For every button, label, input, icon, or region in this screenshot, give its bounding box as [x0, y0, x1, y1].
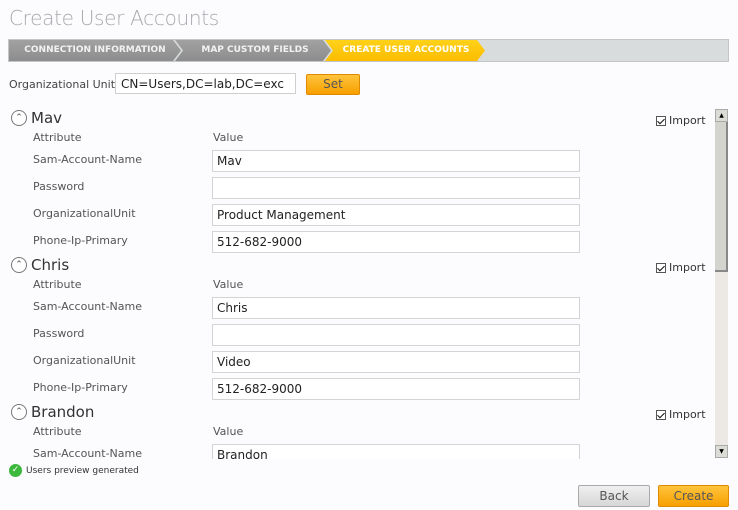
user-name: Chris: [31, 256, 70, 274]
attribute-header: Attribute: [33, 278, 82, 291]
value-header: Value: [213, 131, 244, 144]
wizard-step-map-custom-fields[interactable]: MAP CUSTOM FIELDS: [175, 40, 331, 61]
password-field[interactable]: [212, 324, 580, 346]
attribute-label: Sam-Account-Name: [33, 300, 143, 313]
attribute-header: Attribute: [33, 131, 82, 144]
attribute-label: Phone-Ip-Primary: [33, 381, 128, 394]
scrollbar-thumb[interactable]: [715, 122, 728, 272]
back-button[interactable]: Back: [578, 485, 650, 507]
ou-input[interactable]: [115, 73, 296, 94]
create-button[interactable]: Create: [658, 485, 729, 507]
collapse-icon[interactable]: ⌃: [11, 257, 27, 273]
page-title: Create User Accounts: [9, 6, 219, 30]
user-name: Brandon: [31, 403, 95, 421]
password-field[interactable]: [212, 177, 580, 199]
attribute-label: OrganizationalUnit: [33, 207, 136, 220]
user-header: ⌃ Brandon: [11, 400, 94, 424]
attribute-label: Sam-Account-Name: [33, 447, 143, 459]
checkbox-checked-icon[interactable]: [656, 409, 666, 420]
import-label: Import: [669, 114, 706, 127]
user-name: Mav: [31, 109, 63, 127]
sam-account-name-field[interactable]: [212, 297, 580, 319]
user-header: ⌃ Mav: [11, 106, 62, 130]
phone-field[interactable]: [212, 378, 580, 400]
import-checkbox[interactable]: Import: [656, 261, 706, 274]
attribute-label: OrganizationalUnit: [33, 354, 136, 367]
check-circle-icon: ✓: [9, 464, 22, 477]
status-message: ✓ Users preview generated: [9, 464, 139, 477]
wizard-steps: CONNECTION INFORMATION MAP CUSTOM FIELDS…: [8, 39, 729, 62]
import-label: Import: [669, 261, 706, 274]
checkbox-checked-icon[interactable]: [656, 262, 666, 273]
attribute-header: Attribute: [33, 425, 82, 438]
attribute-label: Password: [33, 180, 85, 193]
import-label: Import: [669, 408, 706, 421]
attribute-label: Phone-Ip-Primary: [33, 234, 128, 247]
collapse-icon[interactable]: ⌃: [11, 404, 27, 420]
wizard-step-create-user-accounts[interactable]: CREATE USER ACCOUNTS: [325, 40, 485, 61]
set-button[interactable]: Set: [306, 74, 360, 95]
organizational-unit-field[interactable]: [212, 351, 580, 373]
ou-label: Organizational Unit: [9, 78, 116, 91]
value-header: Value: [213, 278, 244, 291]
sam-account-name-field[interactable]: [212, 444, 580, 459]
vertical-scrollbar[interactable]: ▲ ▼: [715, 109, 728, 458]
value-header: Value: [213, 425, 244, 438]
sam-account-name-field[interactable]: [212, 150, 580, 172]
scroll-down-arrow-icon[interactable]: ▼: [715, 445, 728, 458]
status-text: Users preview generated: [26, 465, 139, 476]
users-list: ⌃ Mav Import Attribute Value Sam-Account…: [0, 104, 714, 459]
wizard-step-connection-information[interactable]: CONNECTION INFORMATION: [9, 40, 181, 61]
collapse-icon[interactable]: ⌃: [11, 110, 27, 126]
user-header: ⌃ Chris: [11, 253, 69, 277]
organizational-unit-field[interactable]: [212, 204, 580, 226]
attribute-label: Password: [33, 327, 85, 340]
attribute-label: Sam-Account-Name: [33, 153, 143, 166]
scroll-up-arrow-icon[interactable]: ▲: [715, 109, 728, 122]
phone-field[interactable]: [212, 231, 580, 253]
import-checkbox[interactable]: Import: [656, 114, 706, 127]
import-checkbox[interactable]: Import: [656, 408, 706, 421]
checkbox-checked-icon[interactable]: [656, 115, 666, 126]
